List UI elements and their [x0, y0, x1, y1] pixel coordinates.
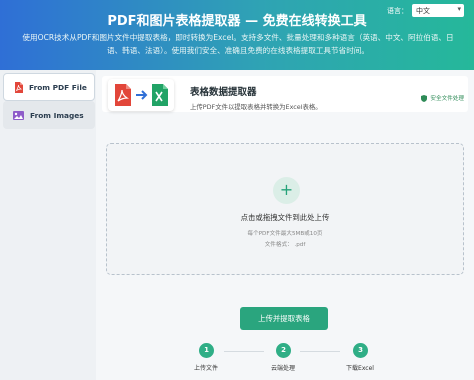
- header-banner: PDF和图片表格提取器 — 免费在线转换工具 使用OCR技术从PDF和图片文件中…: [0, 0, 474, 70]
- step-3-circle: 3: [353, 343, 368, 358]
- sidebar-item-label: From PDF File: [29, 82, 87, 92]
- main-content: 表格数据提取器 上传PDF文件以提取表格并转换为Excel表格。 安全文件处理 …: [96, 70, 474, 380]
- file-dropzone[interactable]: + 点击或拖拽文件到此处上传 每个PDF文件最大5MB或10页 文件格式： .p…: [106, 143, 464, 275]
- language-value: 中文: [416, 7, 430, 15]
- upload-extract-button[interactable]: 上传并提取表格: [240, 307, 328, 330]
- step-connector: [224, 351, 264, 352]
- pdf-icon: [115, 84, 131, 106]
- step-2-label: 云端处理: [270, 365, 295, 372]
- language-selector: 语言： 中文 ▾: [387, 4, 464, 17]
- step-1-label: 上传文件: [193, 365, 218, 372]
- chevron-down-icon: ▾: [457, 5, 461, 13]
- sidebar-item-pdf[interactable]: From PDF File: [3, 73, 95, 101]
- tool-subtitle: 上传PDF文件以提取表格并转换为Excel表格。: [190, 103, 322, 111]
- dropzone-limit-hint: 每个PDF文件最大5MB或10页: [247, 231, 323, 237]
- tool-title: 表格数据提取器: [190, 87, 257, 98]
- sidebar-item-images[interactable]: From Images: [3, 101, 95, 129]
- tool-header-card: 表格数据提取器 上传PDF文件以提取表格并转换为Excel表格。 安全文件处理: [102, 76, 468, 112]
- plus-icon: +: [273, 177, 300, 204]
- sidebar-item-label: From Images: [30, 110, 84, 120]
- secure-badge-label: 安全文件处理: [430, 96, 464, 102]
- arrow-right-icon: [136, 90, 148, 100]
- dropzone-format-hint: 文件格式： .pdf: [264, 242, 306, 248]
- step-2-circle: 2: [276, 343, 291, 358]
- dropzone-text: 点击或拖拽文件到此处上传: [240, 213, 330, 222]
- step-connector: [300, 351, 340, 352]
- step-3-label: 下载Excel: [346, 365, 374, 372]
- excel-icon: [152, 84, 168, 106]
- language-label: 语言：: [387, 6, 408, 15]
- language-select[interactable]: 中文 ▾: [412, 4, 464, 17]
- shield-icon: [421, 94, 428, 102]
- tool-logo: [108, 79, 174, 111]
- step-1-circle: 1: [199, 343, 214, 358]
- sidebar: From PDF File From Images: [0, 70, 96, 380]
- pdf-file-icon: [15, 81, 23, 93]
- image-icon: [13, 110, 24, 120]
- page-description: 使用OCR技术从PDF和图片文件中提取表格，即时转换为Excel。支持多文件、批…: [22, 33, 454, 55]
- secure-badge: 安全文件处理: [421, 94, 464, 102]
